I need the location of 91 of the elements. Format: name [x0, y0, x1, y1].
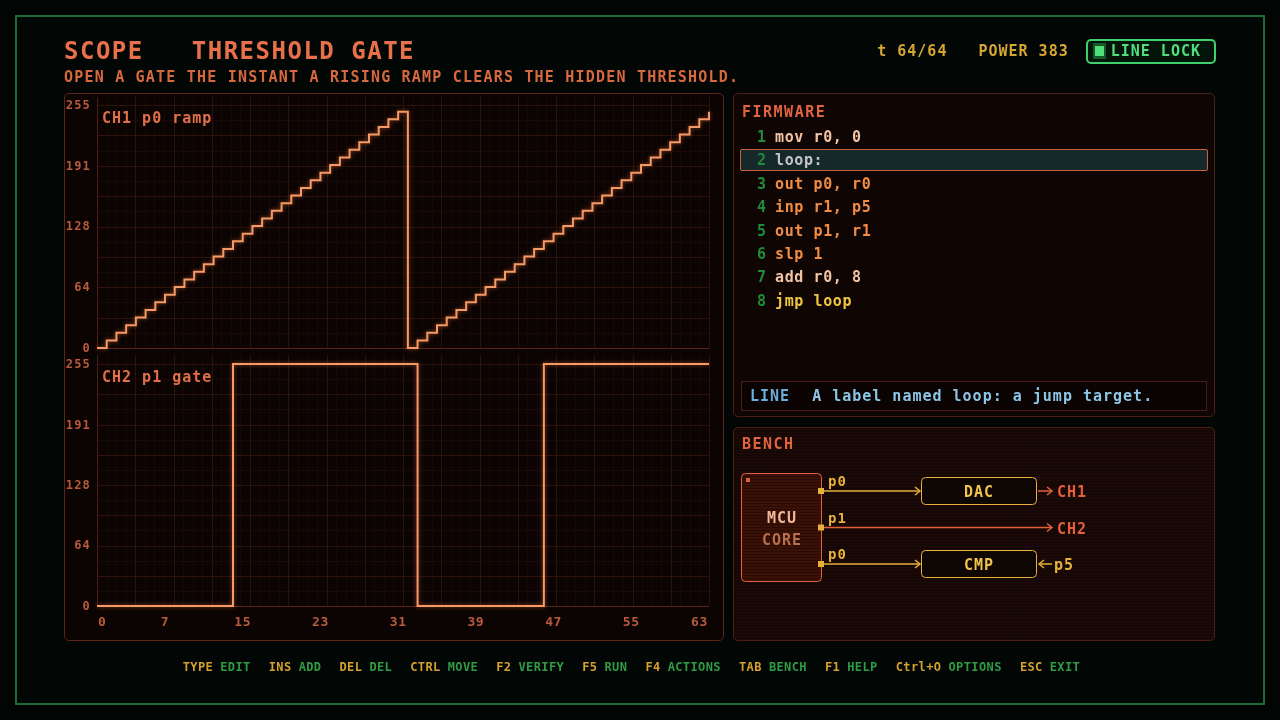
code-line[interactable]: 6 slp 1 — [740, 242, 1208, 265]
shortcut-action: ADD — [298, 660, 322, 674]
signal-label: CH1 — [1057, 483, 1088, 501]
code-text: jmp loop — [775, 291, 853, 310]
code-text: out p1, r1 — [775, 221, 872, 240]
axis-tick-label: 39 — [467, 613, 485, 629]
code-text: add r0, 8 — [775, 268, 862, 287]
mode-title: SCOPE — [64, 36, 144, 66]
line-number: 1 — [757, 128, 768, 146]
code-text: inp r1, p5 — [775, 198, 872, 217]
axis-tick-label: 63 — [690, 613, 708, 629]
shortcut-action: RUN — [604, 660, 628, 674]
wire-arrow — [1037, 559, 1053, 569]
port-icon — [818, 561, 824, 567]
axis-tick-label: 0 — [82, 599, 91, 613]
port-label: p0 — [828, 546, 847, 562]
code-line[interactable]: 8 jmp loop — [740, 289, 1208, 312]
axis-tick-label: 191 — [65, 159, 91, 173]
square-indicator-icon — [1092, 43, 1106, 59]
line-number: 7 — [757, 268, 768, 287]
line-number: 4 — [757, 198, 768, 217]
port-icon — [818, 524, 824, 531]
signal-label: p5 — [1054, 556, 1075, 574]
axis-tick-label: 255 — [65, 357, 91, 371]
block-label: CMP — [963, 556, 995, 574]
line-number: 8 — [757, 291, 768, 310]
signal-label: CH2 — [1057, 519, 1088, 538]
shortcut-key: DEL — [339, 660, 363, 674]
code-line[interactable]: 5 out p1, r1 — [740, 219, 1208, 242]
axis-tick-label: 0 — [82, 341, 91, 355]
axis-tick-label: 15 — [234, 613, 252, 629]
shortcut-key: TYPE — [182, 660, 214, 674]
axis-tick-label: 31 — [389, 613, 407, 629]
shortcut-action: EDIT — [220, 660, 251, 674]
axis-tick-label: 191 — [65, 417, 91, 432]
axis-tick-label: 23 — [312, 613, 329, 629]
shortcut-key: ESC — [1019, 660, 1043, 674]
line-number: 6 — [757, 244, 768, 263]
shortcut-key: F2 — [496, 660, 512, 674]
axis-tick-label: 64 — [74, 280, 91, 294]
panel-title: BENCH — [742, 435, 795, 453]
shortcut-action: ACTIONS — [667, 660, 721, 674]
axis-tick-label: 64 — [74, 538, 91, 553]
hint-text: A label named loop: a jump target. — [812, 387, 1154, 405]
block-label: CORE — [761, 531, 803, 549]
code-text: slp 1 — [775, 244, 824, 263]
port-icon — [818, 488, 824, 494]
port-label: p0 — [828, 473, 847, 489]
line-number: 2 — [757, 151, 768, 170]
shortcut-action: EXIT — [1049, 660, 1081, 674]
axis-tick-label: 0 — [98, 613, 107, 629]
line-number: 3 — [757, 174, 768, 193]
shortcut-key: F1 — [825, 660, 841, 674]
code-text: loop: — [775, 151, 824, 170]
shortcut-key: Ctrl+O — [895, 660, 942, 674]
power-readout: POWER 383 — [978, 42, 1069, 60]
code-text: mov r0, 0 — [775, 128, 862, 146]
puzzle-title: THRESHOLD GATE — [191, 36, 416, 66]
block-label: DAC — [963, 483, 995, 501]
code-line[interactable]: 4 inp r1, p5 — [740, 196, 1208, 219]
axis-tick-label: 128 — [65, 477, 91, 492]
square-marker-icon — [746, 478, 750, 482]
code-text: out p0, r0 — [775, 174, 872, 193]
panel-title: FIRMWARE — [742, 103, 827, 121]
shortcut-action: VERIFY — [518, 660, 565, 674]
shortcut-action: HELP — [847, 660, 878, 674]
shortcut-key: TAB — [739, 660, 762, 674]
shortcut-action: BENCH — [768, 660, 807, 674]
shortcut-key: F4 — [645, 660, 661, 674]
shortcut-action: OPTIONS — [948, 660, 1002, 674]
axis-tick-label: 255 — [65, 98, 91, 112]
shortcut-key: CTRL — [410, 660, 441, 674]
line-number: 5 — [757, 221, 768, 240]
block-title: MCU — [766, 509, 798, 527]
code-line[interactable]: 3 out p0, r0 — [740, 172, 1208, 195]
axis-tick-label: 47 — [545, 613, 562, 629]
shortcut-key: INS — [268, 660, 292, 674]
port-label: p1 — [828, 509, 847, 526]
puzzle-description: OPEN A GATE THE INSTANT A RISING RAMP CLEARS THE HIDDEN THRESHOLD. — [64, 68, 741, 86]
tick-counter: t 64/64 — [877, 42, 948, 60]
axis-tick-label: 128 — [65, 219, 91, 233]
hint-tag: LINE — [750, 387, 791, 405]
code-line[interactable]: 1 mov r0, 0 — [740, 126, 1208, 148]
shortcut-action: DEL — [369, 660, 393, 674]
axis-tick-label: 55 — [622, 613, 640, 629]
shortcut-action: MOVE — [447, 660, 479, 674]
shortcut-key: F5 — [582, 660, 598, 674]
wire-arrow — [1037, 486, 1054, 496]
axis-tick-label: 7 — [160, 613, 170, 629]
line-lock-button[interactable]: LINE LOCK — [1085, 38, 1216, 64]
code-line[interactable]: 7 add r0, 8 — [740, 266, 1208, 289]
